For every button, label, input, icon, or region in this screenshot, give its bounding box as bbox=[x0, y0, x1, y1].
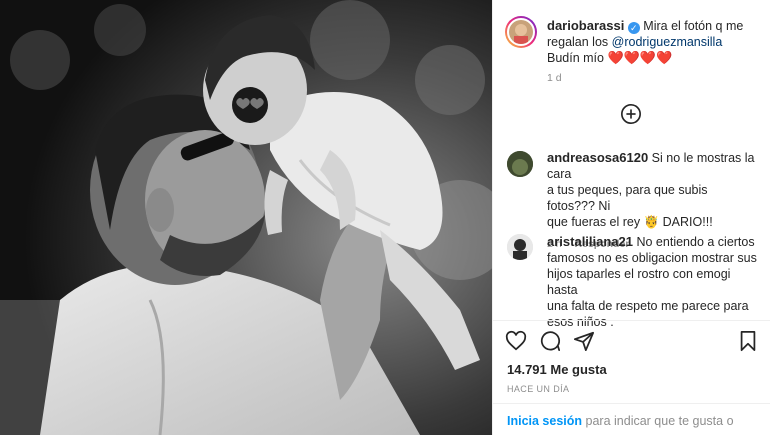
post-date: HACE UN DÍA bbox=[507, 384, 570, 394]
plus-circle-icon[interactable] bbox=[620, 103, 644, 127]
caption-mention-link[interactable]: @rodriguezmansilla bbox=[612, 35, 723, 49]
post-caption: dariobarassi ✓ Mira el fotón q me regala… bbox=[547, 18, 757, 84]
photo-illustration bbox=[0, 0, 492, 435]
comment-avatar[interactable] bbox=[507, 151, 533, 177]
comment-text-line-4: una falta de respeto me parece para bbox=[547, 299, 749, 313]
caption-line-3: Budín mío bbox=[547, 51, 604, 65]
heart-icon[interactable] bbox=[505, 330, 529, 354]
caption-line-1: Mira el fotón q me bbox=[643, 19, 744, 33]
comment-text-line-2: a tus peques, para que subis fotos??? Ni bbox=[547, 183, 708, 213]
caption-hearts: ❤️❤️❤️❤️ bbox=[607, 50, 673, 65]
likes-count[interactable]: 14.791 Me gusta bbox=[507, 362, 607, 377]
author-username[interactable]: dariobarassi bbox=[547, 18, 624, 33]
post-side-panel: dariobarassi ✓ Mira el fotón q me regala… bbox=[492, 0, 770, 435]
comment-avatar[interactable] bbox=[507, 234, 533, 260]
comment-text-line-3-end: DARIO!!! bbox=[662, 215, 713, 229]
login-link[interactable]: Inicia sesión bbox=[507, 414, 582, 428]
instagram-post-window: dariobarassi ✓ Mira el fotón q me regala… bbox=[0, 0, 770, 435]
bookmark-icon[interactable] bbox=[737, 330, 761, 354]
comment-text-line-3: que fueras el rey bbox=[547, 215, 641, 229]
comment-text-line-3: hijos taparles el rostro con emogi hasta bbox=[547, 267, 731, 297]
login-bar-text: para indicar que te gusta o bbox=[585, 414, 734, 428]
author-avatar-image bbox=[509, 20, 533, 44]
comment-text-line-1: No entiendo a ciertos bbox=[636, 235, 755, 249]
king-emoji: 🤴 bbox=[643, 215, 660, 229]
author-avatar bbox=[507, 18, 535, 46]
action-bar bbox=[493, 320, 770, 361]
comment-item: aristaliliana21 No entiendo a ciertos fa… bbox=[547, 234, 757, 330]
comment-username[interactable]: aristaliliana21 bbox=[547, 234, 633, 249]
comment-text-line-2: famosos no es obligacion mostrar sus bbox=[547, 251, 757, 265]
post-photo[interactable] bbox=[0, 0, 492, 435]
author-avatar-ring[interactable] bbox=[505, 16, 537, 48]
verified-badge-icon: ✓ bbox=[627, 22, 640, 34]
comment-icon[interactable] bbox=[539, 330, 563, 354]
share-icon[interactable] bbox=[573, 330, 597, 354]
comment-username[interactable]: andreasosa6120 bbox=[547, 150, 648, 165]
caption-time: 1 d bbox=[547, 72, 562, 84]
caption-line-2: regalan los bbox=[547, 35, 609, 49]
login-bar: Inicia sesión para indicar que te gusta … bbox=[493, 403, 770, 435]
